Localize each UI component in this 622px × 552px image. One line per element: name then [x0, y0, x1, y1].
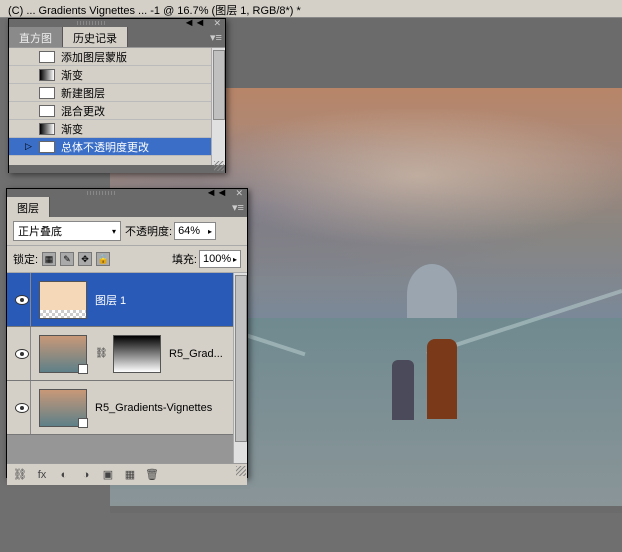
- fill-value: 100%: [203, 253, 231, 265]
- layer-item[interactable]: ⛓ R5_Grad...: [7, 327, 247, 381]
- history-item[interactable]: 渐变: [9, 120, 225, 138]
- layer-thumbnail[interactable]: [39, 281, 87, 319]
- panel-collapse-icon[interactable]: ◄◄: [184, 17, 206, 29]
- layers-bottom-toolbar: ⛓ fx ◐ ◑ ▣ ▦ 🗑: [7, 463, 247, 485]
- visibility-eye-icon[interactable]: [15, 295, 29, 305]
- gradient-icon: [39, 123, 55, 135]
- history-item[interactable]: ▷ 总体不透明度更改: [9, 138, 225, 156]
- history-item[interactable]: 添加图层蒙版: [9, 48, 225, 66]
- scrollbar-thumb[interactable]: [213, 50, 225, 120]
- history-item[interactable]: 新建图层: [9, 84, 225, 102]
- layer-effects-icon[interactable]: fx: [35, 468, 49, 482]
- layer-item[interactable]: R5_Gradients-Vignettes: [7, 381, 247, 435]
- layer-mask-icon[interactable]: ◐: [57, 468, 71, 482]
- lock-label: 锁定:: [13, 251, 38, 267]
- panel-footer: [9, 165, 225, 173]
- delete-layer-icon[interactable]: 🗑: [145, 468, 159, 482]
- history-item[interactable]: 混合更改: [9, 102, 225, 120]
- history-label: 混合更改: [61, 103, 105, 119]
- tab-layers[interactable]: 图层: [7, 197, 50, 217]
- panel-collapse-icon[interactable]: ◄◄: [206, 187, 228, 199]
- current-step-arrow-icon: ▷: [25, 141, 32, 152]
- history-panel: ◄◄ ✕ 直方图 历史记录 ▾≡ 添加图层蒙版 渐变 新建图层 混合更改 渐变 …: [8, 18, 226, 173]
- layer-options-row: 正片叠底 ▾ 不透明度: 64% ▸: [7, 217, 247, 246]
- blend-change-icon: [39, 105, 55, 117]
- link-layers-icon[interactable]: ⛓: [13, 468, 27, 482]
- panel-menu-icon[interactable]: ▾≡: [229, 197, 247, 217]
- layer-thumbnail[interactable]: [39, 335, 87, 373]
- resize-grip-icon[interactable]: [236, 466, 246, 476]
- blend-mode-value: 正片叠底: [18, 223, 62, 239]
- visibility-eye-icon[interactable]: [15, 403, 29, 413]
- lock-transparency-icon[interactable]: ▦: [42, 252, 56, 266]
- blend-mode-select[interactable]: 正片叠底 ▾: [13, 221, 121, 241]
- panel-menu-icon[interactable]: ▾≡: [207, 27, 225, 47]
- chevron-right-icon: ▸: [233, 255, 237, 264]
- tab-histogram[interactable]: 直方图: [9, 27, 63, 47]
- tab-history[interactable]: 历史记录: [63, 27, 128, 47]
- layer-name[interactable]: R5_Gradients-Vignettes: [95, 402, 212, 414]
- adjustment-layer-icon[interactable]: ◑: [79, 468, 93, 482]
- lock-position-icon[interactable]: ✥: [78, 252, 92, 266]
- panel-drag-handle[interactable]: ◄◄ ✕: [9, 19, 225, 27]
- history-list: 添加图层蒙版 渐变 新建图层 混合更改 渐变 ▷ 总体不透明度更改: [9, 47, 225, 165]
- layer-mask-icon: [39, 51, 55, 63]
- layer-thumbnail[interactable]: [39, 389, 87, 427]
- gradient-icon: [39, 69, 55, 81]
- history-item[interactable]: 渐变: [9, 66, 225, 84]
- history-label: 渐变: [61, 67, 83, 83]
- history-label: 总体不透明度更改: [61, 139, 149, 155]
- opacity-value: 64%: [178, 225, 200, 237]
- scrollbar-vertical[interactable]: [211, 48, 225, 165]
- layer-mask-thumbnail[interactable]: [113, 335, 161, 373]
- visibility-eye-icon[interactable]: [15, 349, 29, 359]
- layers-panel: ◄◄ ✕ 图层 ▾≡ 正片叠底 ▾ 不透明度: 64% ▸ 锁定: ▦ ✎: [6, 188, 248, 478]
- opacity-change-icon: [39, 141, 55, 153]
- layer-name[interactable]: 图层 1: [95, 292, 126, 308]
- opacity-input[interactable]: 64% ▸: [174, 222, 216, 240]
- scrollbar-vertical[interactable]: [233, 273, 247, 463]
- fill-input[interactable]: 100% ▸: [199, 250, 241, 268]
- history-label: 添加图层蒙版: [61, 49, 127, 65]
- document-tab[interactable]: (C) ... Gradients Vignettes ... -1 @ 16.…: [0, 0, 622, 18]
- opacity-label: 不透明度:: [125, 223, 172, 239]
- history-label: 渐变: [61, 121, 83, 137]
- layer-name[interactable]: R5_Grad...: [169, 348, 223, 360]
- layer-item[interactable]: 图层 1: [7, 273, 247, 327]
- history-label: 新建图层: [61, 85, 105, 101]
- new-layer-icon[interactable]: ▦: [123, 468, 137, 482]
- layers-list: 图层 1 ⛓ R5_Grad... R5_Gradients-Vignettes: [7, 273, 247, 463]
- fill-label: 填充:: [172, 251, 197, 267]
- resize-grip-icon[interactable]: [214, 161, 224, 171]
- new-layer-icon: [39, 87, 55, 99]
- chevron-right-icon: ▸: [208, 227, 212, 236]
- layer-group-icon[interactable]: ▣: [101, 468, 115, 482]
- lock-image-icon[interactable]: ✎: [60, 252, 74, 266]
- link-icon[interactable]: ⛓: [95, 348, 105, 359]
- scrollbar-thumb[interactable]: [235, 275, 247, 442]
- lock-row: 锁定: ▦ ✎ ✥ 🔒 填充: 100% ▸: [7, 246, 247, 273]
- chevron-down-icon: ▾: [112, 227, 116, 236]
- lock-all-icon[interactable]: 🔒: [96, 252, 110, 266]
- panel-drag-handle[interactable]: ◄◄ ✕: [7, 189, 247, 197]
